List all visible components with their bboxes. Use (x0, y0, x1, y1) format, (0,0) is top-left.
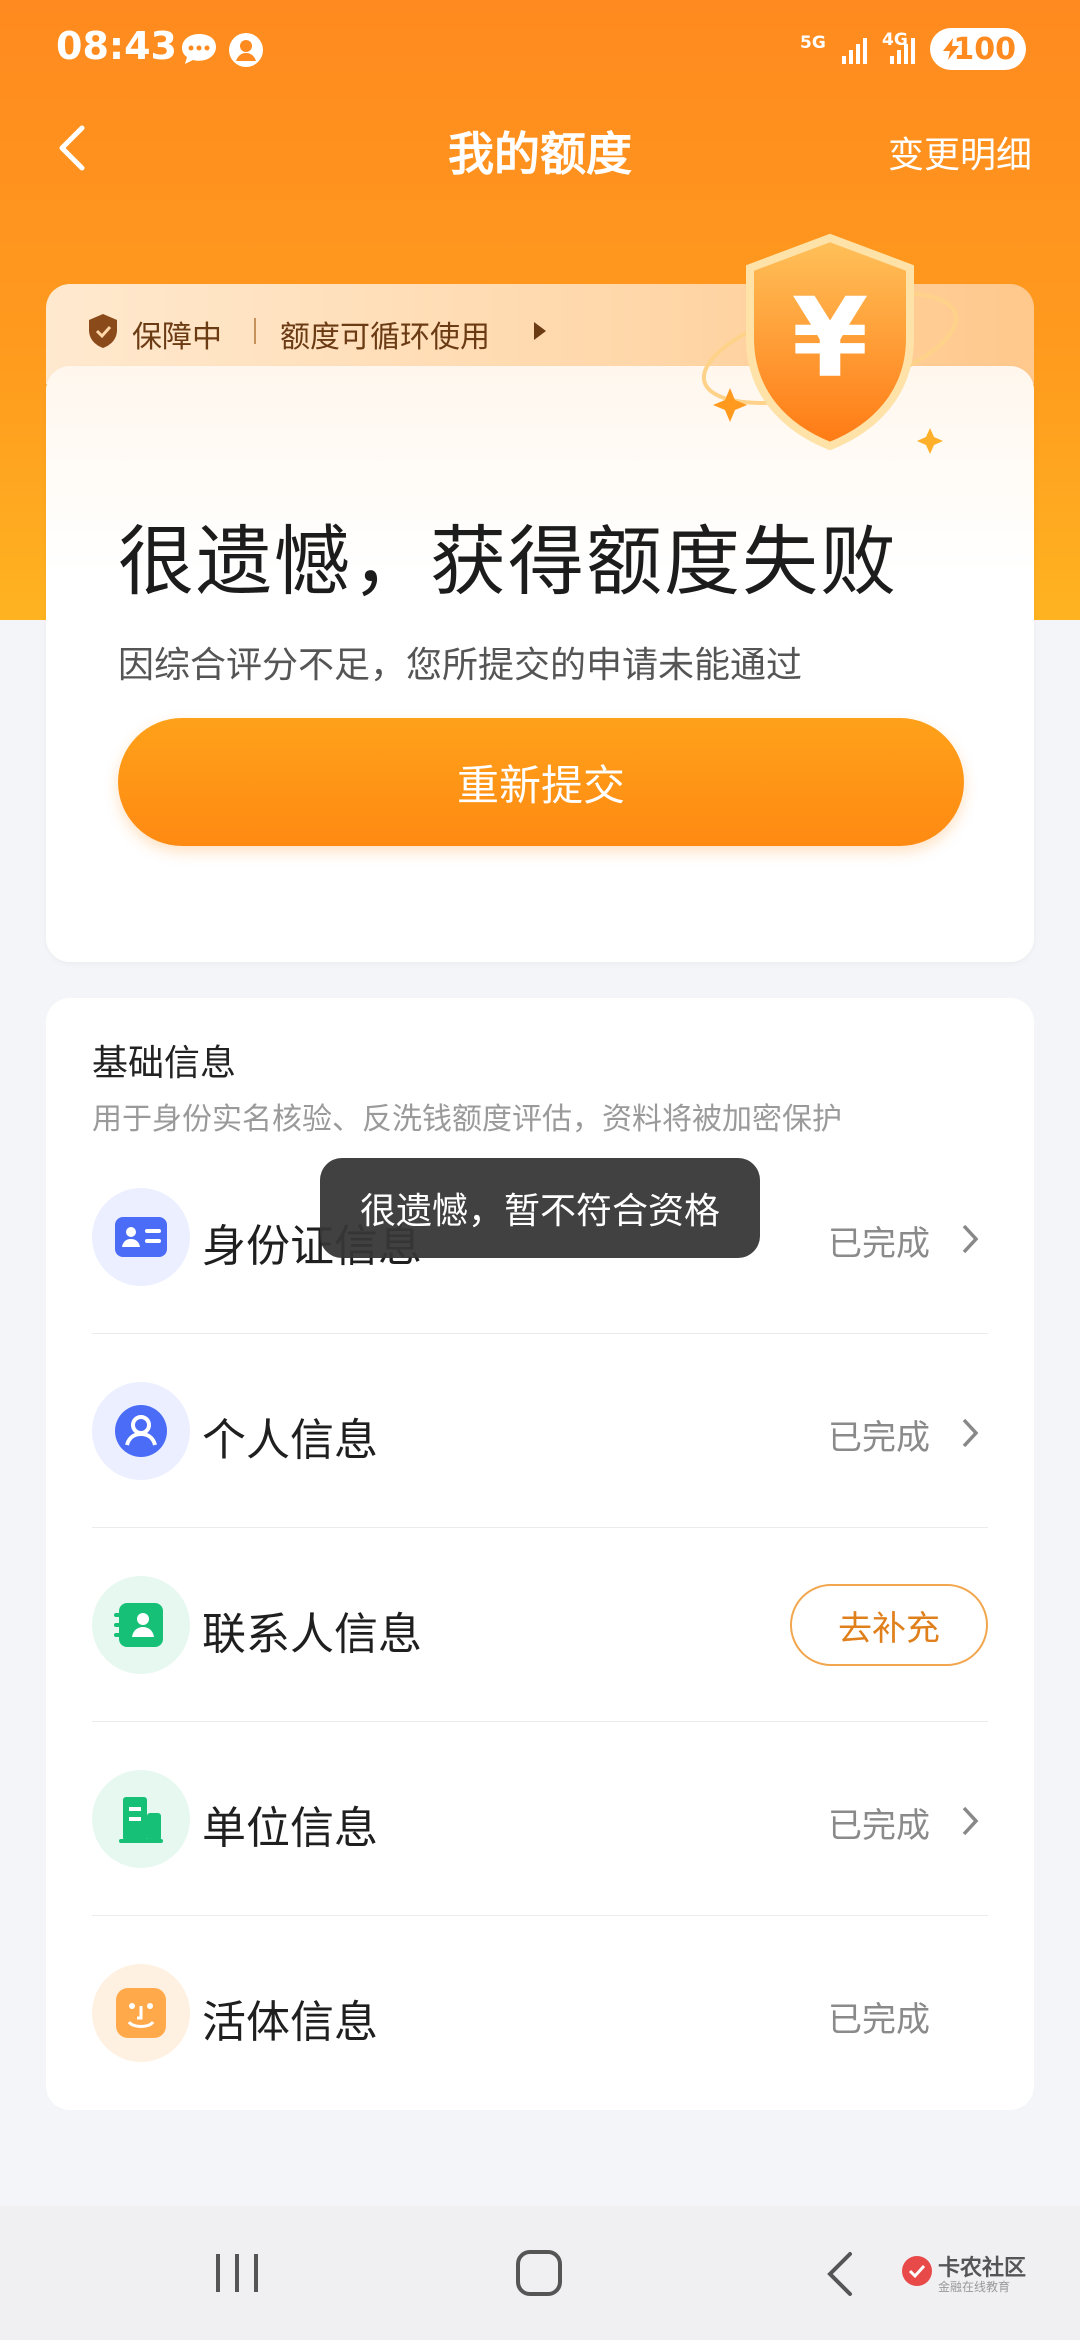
list-item-personal[interactable]: 个人信息 已完成 (92, 1334, 988, 1528)
chevron-right-icon (962, 1224, 979, 1254)
message-icon (182, 34, 216, 64)
face-icon (92, 1964, 190, 2062)
row-label: 单位信息 (202, 1803, 378, 1854)
strip-divider (254, 318, 256, 344)
list-item-contact[interactable]: 联系人信息 去补充 (92, 1528, 988, 1722)
list-item-company[interactable]: 单位信息 已完成 (92, 1722, 988, 1916)
user-icon (229, 33, 263, 67)
recent-apps-icon[interactable] (212, 2250, 262, 2296)
charging-icon (943, 38, 959, 60)
result-title: 很遗憾，获得额度失败 (118, 517, 898, 606)
row-label: 联系人信息 (202, 1609, 422, 1660)
list-item-liveness[interactable]: 活体信息 已完成 (92, 1916, 988, 2110)
watermark-sub: 金融在线教育 (938, 2280, 1011, 2294)
shield-icon (89, 314, 117, 348)
signal-icon (842, 38, 867, 64)
person-icon (92, 1382, 190, 1480)
triangle-right-icon (534, 322, 546, 340)
chevron-right-icon (962, 1418, 979, 1448)
status-time: 08:43 (56, 24, 177, 68)
signal-icon (890, 38, 915, 64)
row-status: 已完成 (828, 1224, 930, 1264)
battery-indicator: 100 (930, 28, 1026, 70)
resubmit-button[interactable]: 重新提交 (118, 718, 964, 846)
change-detail-link[interactable]: 变更明细 (888, 126, 1032, 178)
status-bar: 08:43 5G 4G 100 (0, 0, 1080, 100)
system-nav-bar: 卡农社区 金融在线教育 (0, 2206, 1080, 2340)
recycle-text: 额度可循环使用 (280, 320, 490, 355)
row-status: 已完成 (828, 2000, 930, 2040)
yuan-shield-icon: ¥ (701, 233, 959, 454)
row-status: 已完成 (828, 1806, 930, 1846)
id-card-icon (92, 1188, 190, 1286)
chevron-right-icon (962, 1806, 979, 1836)
nav-back-icon[interactable] (822, 2250, 858, 2298)
building-icon (92, 1770, 190, 1868)
guarantee-status: 保障中 (132, 320, 222, 355)
svg-text:¥: ¥ (792, 274, 869, 402)
result-subtitle: 因综合评分不足，您所提交的申请未能通过 (118, 645, 803, 686)
info-subtitle: 用于身份实名核验、反洗钱额度评估，资料将被加密保护 (92, 1102, 842, 1137)
info-title: 基础信息 (92, 1043, 237, 1084)
row-status: 已完成 (828, 1418, 930, 1458)
watermark: 卡农社区 金融在线教育 (900, 2250, 1060, 2300)
row-label: 活体信息 (202, 1997, 378, 2048)
watermark-logo-icon (902, 2256, 932, 2286)
row-label: 个人信息 (202, 1415, 378, 1466)
supplement-button[interactable]: 去补充 (790, 1584, 988, 1666)
network-5g-label: 5G (800, 33, 826, 53)
home-icon[interactable] (514, 2248, 564, 2298)
contact-icon (92, 1576, 190, 1674)
toast-message: 很遗憾，暂不符合资格 (320, 1158, 760, 1258)
